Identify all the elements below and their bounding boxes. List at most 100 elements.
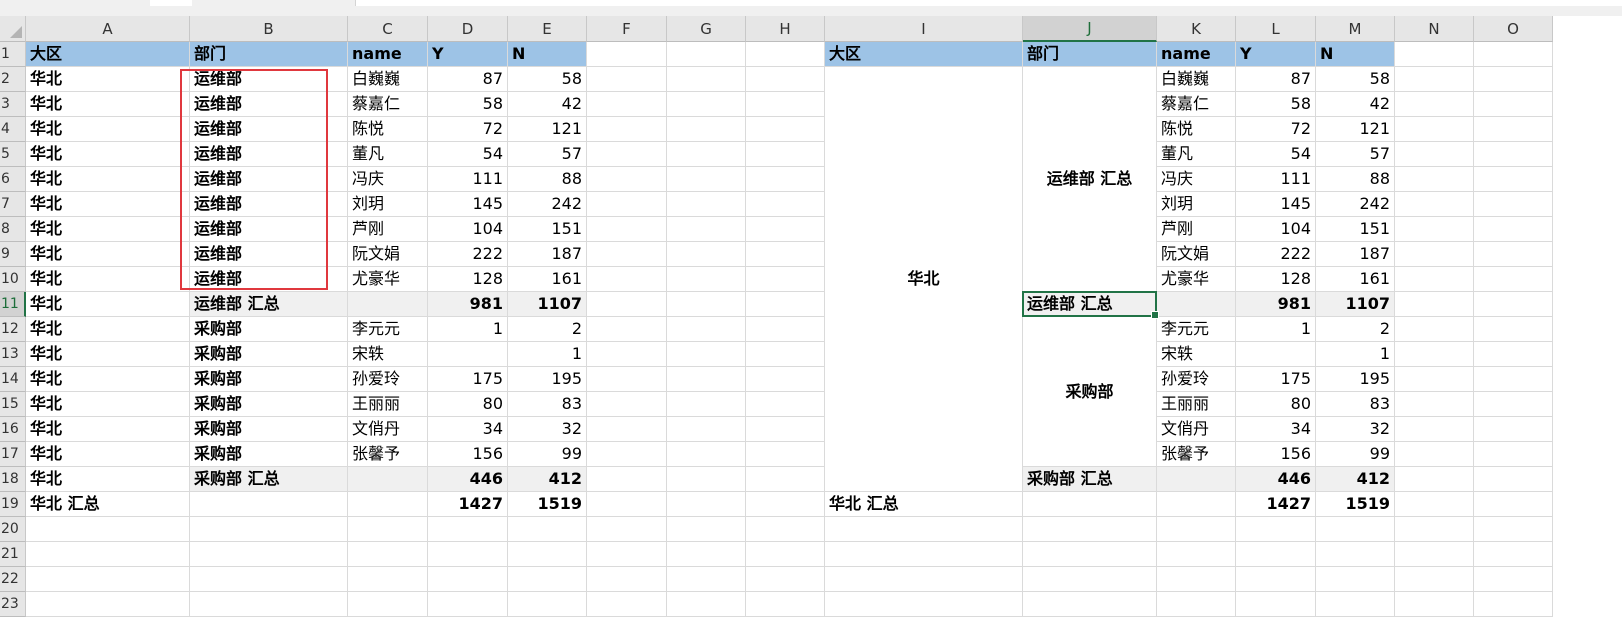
right-header-y[interactable]: Y [1236,42,1316,67]
right-cell-n[interactable]: 2 [1316,317,1395,342]
grid-cell[interactable] [667,192,746,217]
column-header-d[interactable]: D [428,16,508,42]
grid-cell[interactable] [190,517,348,542]
left-cell-y[interactable]: 54 [428,142,508,167]
left-cell-y[interactable]: 58 [428,92,508,117]
grid-cell[interactable] [746,367,825,392]
right-grand-total-n[interactable]: 1519 [1316,492,1395,517]
left-cell-dept[interactable]: 采购部 [190,392,348,417]
right-cell-name[interactable]: 文俏丹 [1157,417,1236,442]
left-cell-n[interactable]: 1519 [508,492,587,517]
row-header-20[interactable]: 20 [0,517,26,542]
grid-cell[interactable] [587,117,667,142]
left-cell-n[interactable]: 32 [508,417,587,442]
grid-cell[interactable] [428,567,508,592]
grid-cell[interactable] [428,517,508,542]
row-header-6[interactable]: 6 [0,167,26,192]
row-header-22[interactable]: 22 [0,567,26,592]
left-cell-y[interactable]: 87 [428,67,508,92]
grid-cell[interactable] [1395,392,1474,417]
grid-cell[interactable] [1474,292,1553,317]
left-cell-dept[interactable] [190,492,348,517]
grid-cell[interactable] [667,92,746,117]
grid-cell[interactable] [667,517,746,542]
grid-cell[interactable] [1395,142,1474,167]
right-cell-n[interactable]: 195 [1316,367,1395,392]
grid-cell[interactable] [587,317,667,342]
grid-cell[interactable] [428,592,508,617]
grid-cell[interactable] [746,592,825,617]
grid-cell[interactable] [1474,542,1553,567]
left-cell-y[interactable]: 111 [428,167,508,192]
grid-cell[interactable] [1395,167,1474,192]
grid-cell[interactable] [348,592,428,617]
grid-cell[interactable] [667,167,746,192]
grid-cell[interactable] [587,392,667,417]
left-cell-name[interactable]: 文俏丹 [348,417,428,442]
grid-cell[interactable] [1395,117,1474,142]
grid-cell[interactable] [1395,442,1474,467]
grid-cell[interactable] [746,67,825,92]
grid-cell[interactable] [26,592,190,617]
grid-cell[interactable] [1474,442,1553,467]
grid-cell[interactable] [587,567,667,592]
grid-cell[interactable] [1395,67,1474,92]
right-cell-name[interactable]: 尤豪华 [1157,267,1236,292]
grid-cell[interactable] [667,217,746,242]
left-cell-y[interactable]: 145 [428,192,508,217]
grid-cell[interactable] [746,192,825,217]
left-cell-region[interactable]: 华北 [26,167,190,192]
grid-cell[interactable] [825,592,1023,617]
grid-cell[interactable] [587,192,667,217]
grid-cell[interactable] [1474,392,1553,417]
grid-cell[interactable] [1474,167,1553,192]
grid-cell[interactable] [1023,592,1157,617]
grid-cell[interactable] [587,217,667,242]
left-cell-name[interactable]: 陈悦 [348,117,428,142]
right-cell-y[interactable]: 54 [1236,142,1316,167]
right-subtotal-purchase-label[interactable]: 采购部 汇总 [1023,467,1157,492]
grid-cell[interactable] [190,542,348,567]
left-cell-dept[interactable]: 运维部 [190,67,348,92]
column-header-g[interactable]: G [667,16,746,42]
merged-region-cell[interactable]: 华北 [825,67,1023,492]
grid-cell[interactable] [667,342,746,367]
grid-cell[interactable] [667,267,746,292]
row-header-2[interactable]: 2 [0,67,26,92]
grid-cell[interactable] [1474,67,1553,92]
left-cell-region[interactable]: 华北 [26,467,190,492]
column-header-e[interactable]: E [508,16,587,42]
left-cell-dept[interactable]: 采购部 [190,442,348,467]
left-header-dept[interactable]: 部门 [190,42,348,67]
grid-cell[interactable] [1474,217,1553,242]
left-cell-name[interactable]: 冯庆 [348,167,428,192]
select-all-corner[interactable] [0,16,26,42]
column-header-o[interactable]: O [1474,16,1553,42]
grid-cell[interactable] [746,242,825,267]
grid-cell[interactable] [746,267,825,292]
grid-cell[interactable] [667,67,746,92]
right-cell-y[interactable]: 175 [1236,367,1316,392]
grid-cell[interactable] [1474,42,1553,67]
right-cell-n[interactable]: 1 [1316,342,1395,367]
right-cell-n[interactable]: 42 [1316,92,1395,117]
left-cell-region[interactable]: 华北 [26,342,190,367]
grid-cell[interactable] [508,517,587,542]
right-cell-y[interactable]: 87 [1236,67,1316,92]
grid-cell[interactable] [825,542,1023,567]
right-cell-n[interactable]: 151 [1316,217,1395,242]
right-cell-y[interactable]: 72 [1236,117,1316,142]
right-cell-n[interactable]: 187 [1316,242,1395,267]
grid-cell[interactable] [667,492,746,517]
grid-cell[interactable] [587,492,667,517]
grid-cell[interactable] [746,517,825,542]
left-cell-n[interactable]: 195 [508,367,587,392]
left-header-n[interactable]: N [508,42,587,67]
left-cell-name[interactable]: 蔡嘉仁 [348,92,428,117]
left-cell-region[interactable]: 华北 [26,442,190,467]
grid-cell[interactable] [1236,592,1316,617]
grid-cell[interactable] [587,142,667,167]
grid-cell[interactable] [587,442,667,467]
grid-cell[interactable] [1395,592,1474,617]
grid-cell[interactable] [746,317,825,342]
